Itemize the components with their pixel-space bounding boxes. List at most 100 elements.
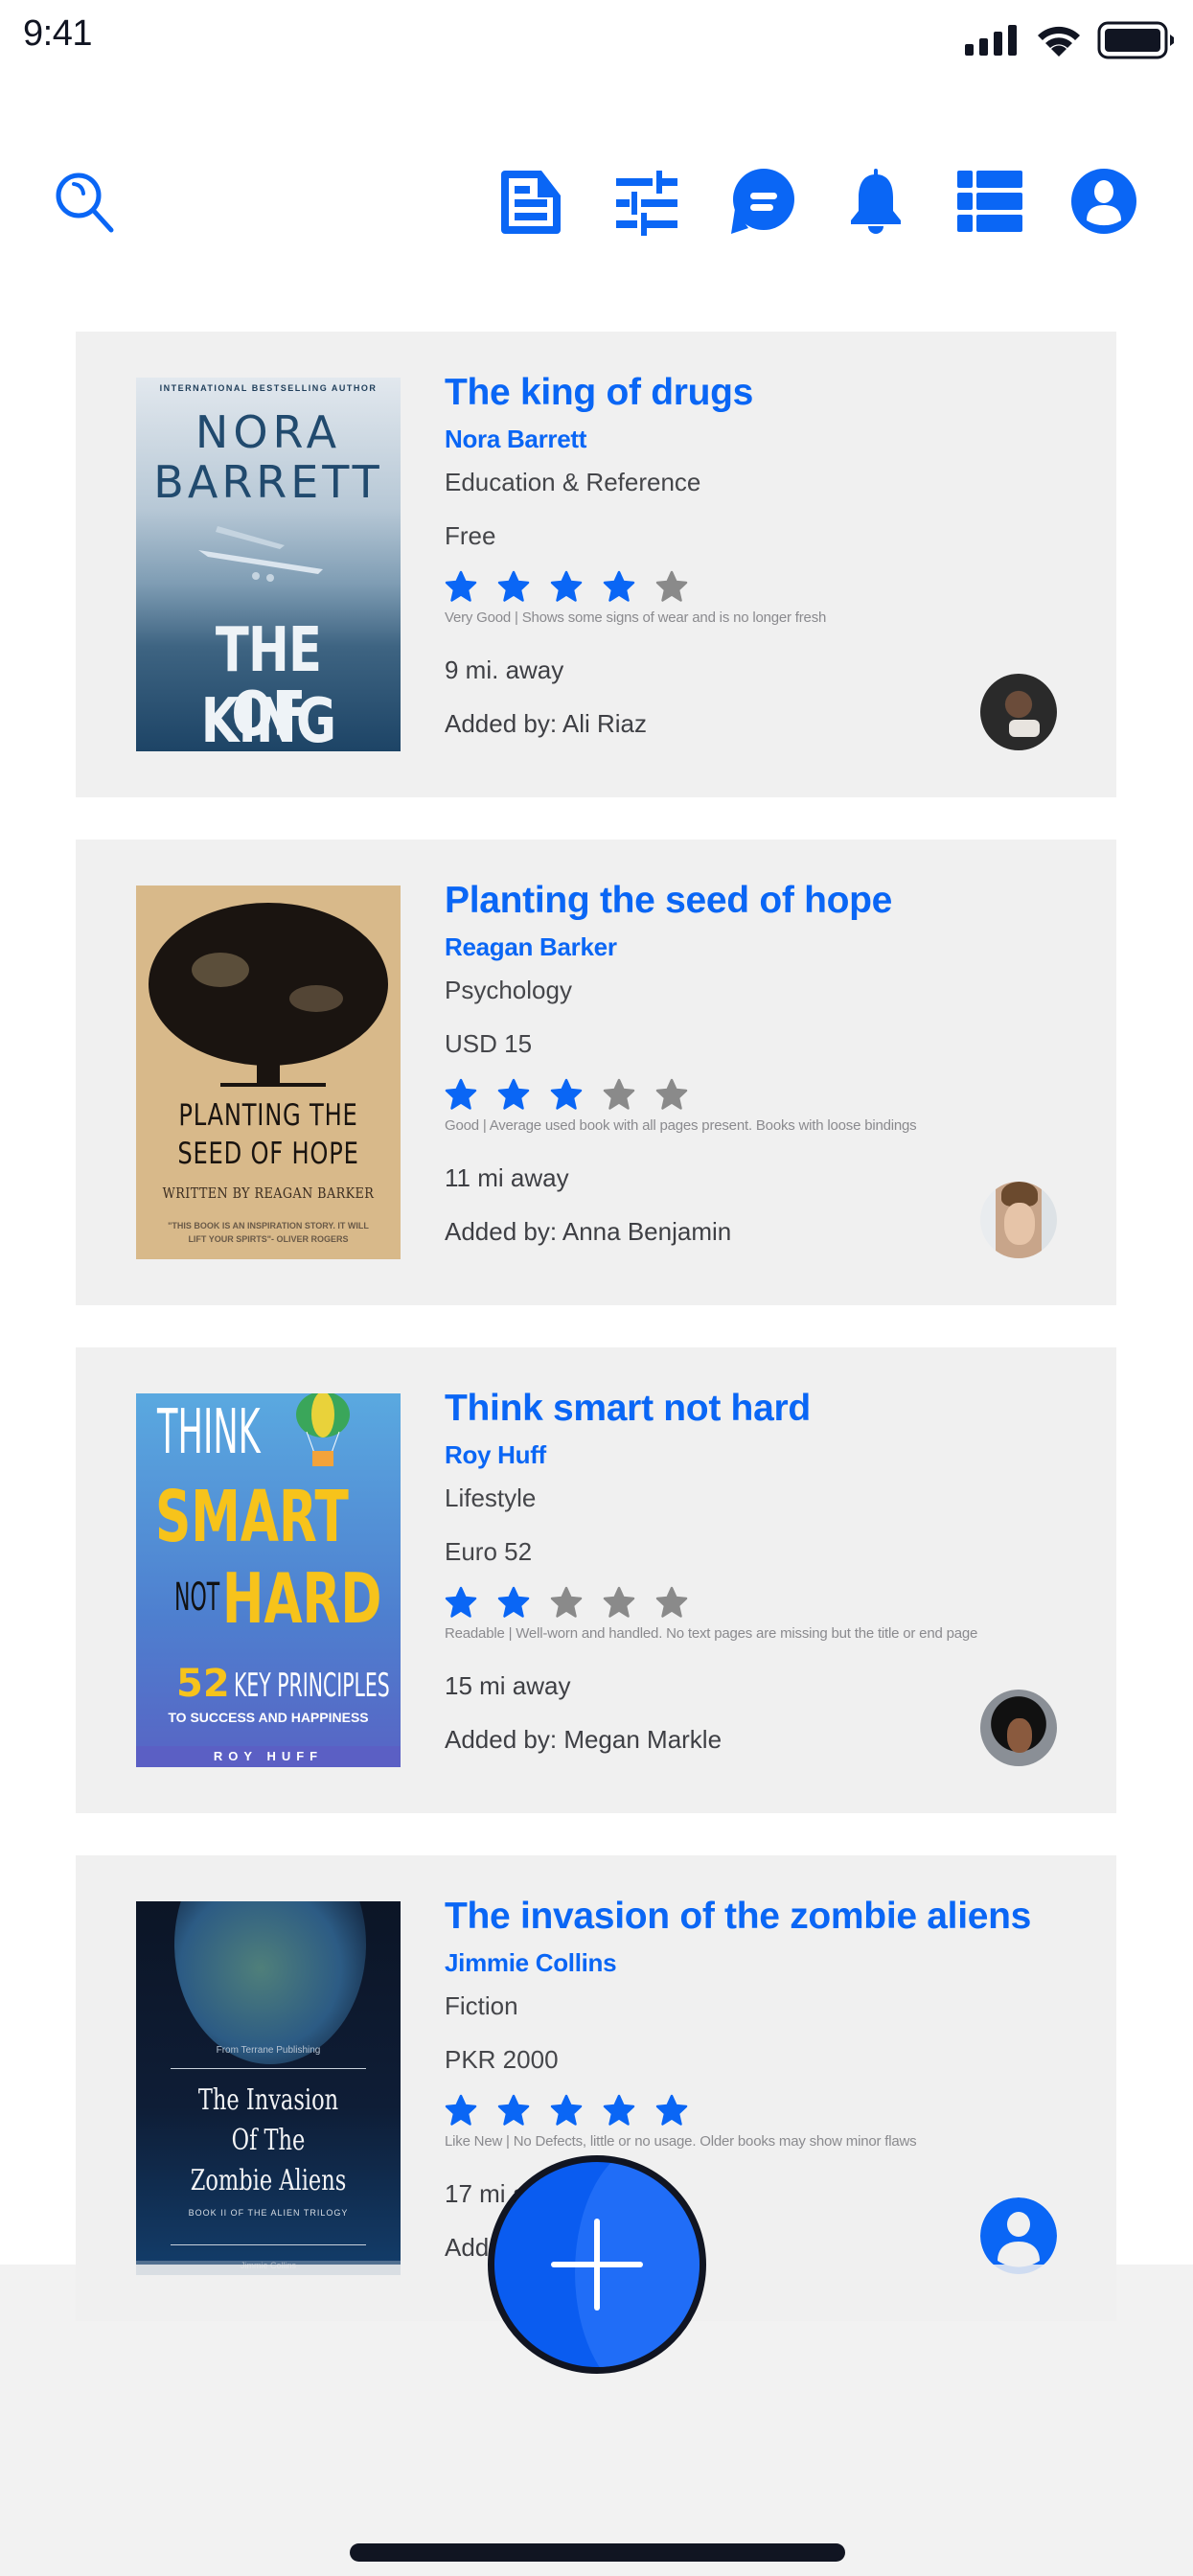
rating-stars [445,1586,1088,1619]
notifications-button[interactable] [839,165,912,238]
rating-stars [445,570,1088,603]
filter-sliders-icon [616,171,677,236]
book-cover[interactable]: INTERNATIONAL BESTSELLING AUTHOR NORA BA… [136,378,401,751]
cover-text: OF DRUGS [173,679,364,751]
book-distance: 11 mi away [445,1163,569,1192]
book-card[interactable]: INTERNATIONAL BESTSELLING AUTHOR NORA BA… [76,332,1116,797]
book-cover[interactable]: From Terrane Publishing The Invasion Of … [136,1901,401,2275]
book-title[interactable]: The king of drugs [445,370,1088,416]
add-book-button[interactable] [488,2155,706,2374]
owner-avatar[interactable] [980,1182,1057,1258]
star-filled-icon [603,2094,635,2126]
cover-text: Of The [231,2124,306,2157]
list-view-button[interactable] [953,165,1026,238]
messages-button[interactable] [725,165,798,238]
balloon-illustration [296,1393,350,1466]
star-empty-icon [655,1078,688,1110]
cover-text: ROY HUFF [136,1746,401,1767]
cover-text: HARD [222,1558,382,1639]
document-icon [501,171,561,234]
star-filled-icon [550,570,583,602]
book-price: Free [445,521,496,550]
battery-icon [1097,21,1174,59]
owner-avatar[interactable] [980,674,1057,750]
profile-button[interactable] [1067,165,1140,238]
star-filled-icon [603,570,635,602]
book-card[interactable]: PLANTING THE SEED OF HOPE WRITTEN BY REA… [76,840,1116,1305]
book-category: Lifestyle [445,1484,537,1512]
book-title[interactable]: The invasion of the zombie aliens [445,1894,1088,1940]
tree-illustration [149,903,388,1087]
status-time: 9:41 [23,13,92,54]
cover-text: NOT [174,1576,220,1620]
chat-icon [731,169,794,234]
cover-text: INTERNATIONAL BESTSELLING AUTHOR [159,383,378,393]
cover-text: From Terrane Publishing [216,2045,321,2056]
owner-avatar[interactable] [980,1690,1057,1766]
book-condition: Like New | No Defects, little or no usag… [445,2133,917,2150]
airplane-illustration [198,526,323,582]
star-filled-icon [655,2094,688,2126]
book-category: Education & Reference [445,468,701,496]
cover-text: TO SUCCESS AND HAPPINESS [168,1710,369,1725]
star-filled-icon [445,1586,477,1618]
profile-icon [1071,169,1136,234]
wifi-icon [1038,26,1080,57]
book-category: Fiction [445,1991,518,2020]
star-filled-icon [550,2094,583,2126]
star-filled-icon [550,1078,583,1110]
cover-text: SMART [155,1476,349,1558]
book-cover[interactable]: THINK SMART NOT HARD 52 KEY PRINCIPLES T… [136,1393,401,1767]
book-author[interactable]: Reagan Barker [445,932,1088,962]
cover-text: 52 [176,1662,230,1706]
star-empty-icon [550,1586,583,1618]
documents-button[interactable] [495,165,568,238]
cover-subtitle: 52 KEY PRINCIPLES [176,1662,401,1706]
star-empty-icon [655,1586,688,1618]
book-author[interactable]: Nora Barrett [445,424,1088,454]
star-filled-icon [445,2094,477,2126]
cellular-signal-icon [965,25,1017,56]
book-cover[interactable]: PLANTING THE SEED OF HOPE WRITTEN BY REA… [136,886,401,1259]
cover-divider [171,2068,366,2069]
book-condition: Readable | Well-worn and handled. No tex… [445,1625,978,1642]
bell-icon [851,169,901,234]
filter-button[interactable] [610,165,683,238]
cover-text: Zombie Aliens [190,2164,347,2197]
book-card[interactable]: THINK SMART NOT HARD 52 KEY PRINCIPLES T… [76,1347,1116,1813]
book-condition: Very Good | Shows some signs of wear and… [445,610,827,626]
star-empty-icon [603,1586,635,1618]
cover-text: WRITTEN BY REAGAN BARKER [162,1184,375,1202]
book-category: Psychology [445,976,572,1004]
rating-stars [445,1078,1088,1111]
search-button[interactable] [48,165,121,238]
cover-text: BARRETT [153,456,383,508]
default-profile-icon [980,2197,1057,2274]
star-filled-icon [497,1078,530,1110]
status-icons [963,21,1176,59]
top-toolbar [0,153,1193,249]
search-icon [56,172,114,233]
cover-text: "THIS BOOK IS AN INSPIRATION STORY. IT W… [168,1221,369,1230]
home-indicator[interactable] [350,2543,845,2562]
cover-text: PLANTING THE [178,1098,358,1133]
cover-text: SEED OF HOPE [177,1137,359,1171]
book-price: Euro 52 [445,1537,533,1566]
cover-text: NORA [195,406,342,458]
list-view-icon [957,171,1022,232]
plus-icon [551,2219,643,2311]
book-distance: 15 mi away [445,1671,571,1700]
book-title[interactable]: Think smart not hard [445,1386,1088,1432]
book-price: PKR 2000 [445,2045,559,2074]
star-filled-icon [497,570,530,602]
cover-text: LIFT YOUR SPIRTS"- OLIVER ROGERS [188,1234,349,1244]
book-author[interactable]: Jimmie Collins [445,1947,1088,1978]
cover-text: KEY PRINCIPLES [234,1667,390,1705]
book-author[interactable]: Roy Huff [445,1439,1088,1470]
cover-text: BOOK II OF THE ALIEN TRILOGY [188,2208,349,2218]
book-title[interactable]: Planting the seed of hope [445,878,1088,924]
owner-avatar[interactable] [980,2197,1057,2274]
star-filled-icon [445,570,477,602]
status-bar: 9:41 [0,0,1193,77]
star-filled-icon [497,1586,530,1618]
